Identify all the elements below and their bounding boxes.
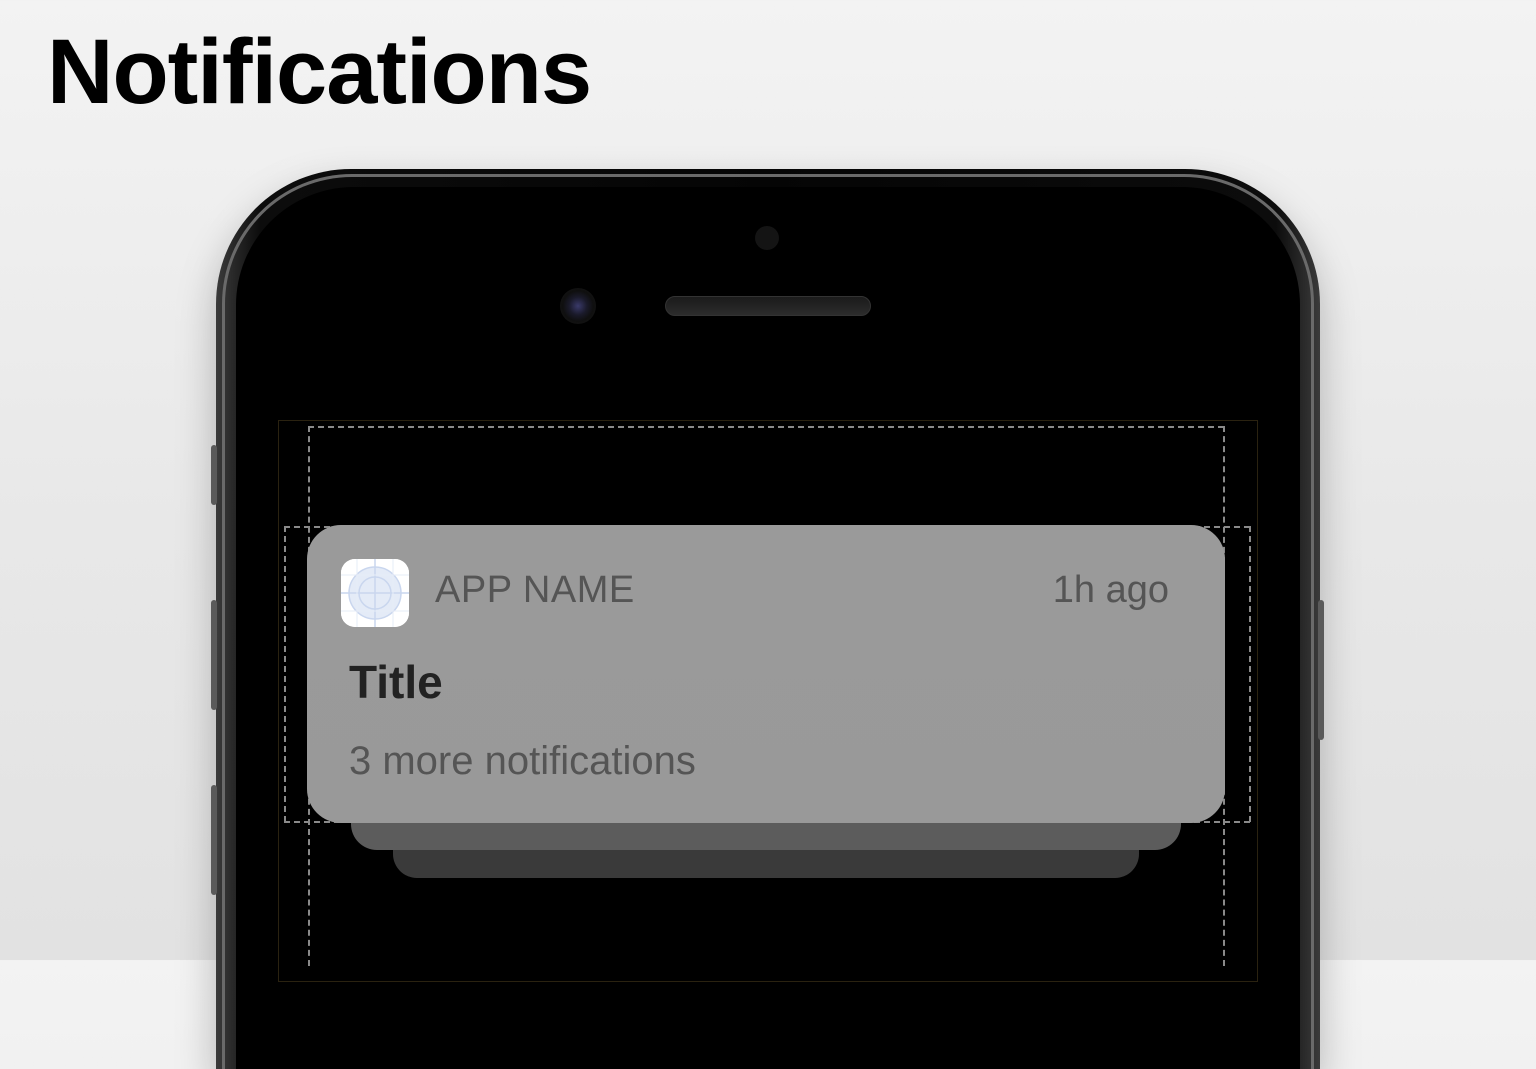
mute-switch: [211, 445, 217, 505]
power-button: [1318, 600, 1324, 740]
volume-down-button: [211, 785, 217, 895]
earpiece-speaker: [665, 296, 871, 316]
notification-title: Title: [349, 656, 443, 708]
layout-guide: [308, 426, 1224, 428]
layout-guide: [1249, 526, 1251, 822]
notification-timestamp: 1h ago: [1052, 569, 1169, 611]
notification-card[interactable]: APP NAME 1h ago Title 3 more notificatio…: [307, 525, 1225, 823]
front-camera: [560, 288, 596, 324]
notification-body: 3 more notifications: [349, 739, 696, 783]
layout-guide: [284, 526, 286, 822]
volume-up-button: [211, 600, 217, 710]
page-title: Notifications: [47, 21, 592, 123]
app-name: APP NAME: [435, 569, 635, 611]
proximity-sensor: [755, 226, 779, 250]
app-placeholder-icon: [341, 559, 409, 627]
